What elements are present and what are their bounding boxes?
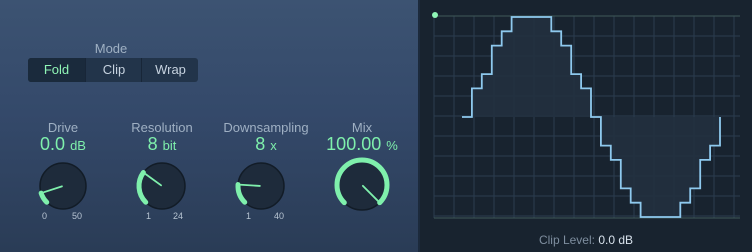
- mode-wrap-button[interactable]: Wrap: [141, 58, 198, 82]
- resolution-label: Resolution: [131, 120, 193, 135]
- drive-max-label: 50: [72, 211, 83, 221]
- drive-knob[interactable]: [35, 158, 91, 214]
- downsampling-knob-indicator: [240, 183, 261, 187]
- downsampling-max-label: 40: [274, 211, 285, 221]
- resolution-max-label: 24: [173, 211, 184, 221]
- clip-level-value: 0.0 dB: [598, 233, 634, 247]
- mix-label: Mix: [351, 120, 373, 135]
- drive-value-number: 0.0: [40, 134, 66, 154]
- drive-min-label: 0: [42, 211, 48, 221]
- waveform-display: [420, 0, 752, 252]
- parameter-panel: Mode Fold Clip Wrap Drive 0.0 dB 0 50 Re…: [0, 0, 418, 252]
- resolution-value-unit: bit: [162, 138, 177, 153]
- mix-value-number: 100.00: [326, 134, 382, 154]
- downsampling-value[interactable]: 8 x: [216, 134, 316, 155]
- downsampling-knob[interactable]: [233, 158, 289, 214]
- mix-value-unit: %: [386, 138, 398, 153]
- mode-selector: Fold Clip Wrap: [28, 58, 198, 82]
- downsampling-label: Downsampling: [223, 120, 309, 135]
- drive-label: Drive: [47, 120, 79, 135]
- resolution-min-label: 1: [146, 211, 152, 221]
- downsampling-min-label: 1: [246, 211, 252, 221]
- clip-level-label: Clip Level:: [538, 233, 595, 247]
- downsampling-value-unit: x: [270, 138, 277, 153]
- mix-value[interactable]: 100.00 %: [302, 134, 422, 155]
- mode-clip-button[interactable]: Clip: [85, 58, 142, 82]
- drive-value[interactable]: 0.0 dB: [13, 134, 113, 155]
- mode-fold-button[interactable]: Fold: [28, 58, 85, 82]
- resolution-knob[interactable]: [134, 158, 190, 214]
- waveform-graph: [432, 12, 740, 219]
- resolution-value-number: 8: [147, 134, 158, 154]
- mix-knob[interactable]: [332, 155, 392, 215]
- downsampling-value-number: 8: [255, 134, 266, 154]
- clip-level-readout[interactable]: Clip Level: 0.0 dB: [420, 233, 752, 247]
- mode-label: Mode: [94, 41, 128, 56]
- drive-value-unit: dB: [70, 138, 86, 153]
- clip-level-handle[interactable]: [432, 12, 438, 18]
- resolution-value[interactable]: 8 bit: [112, 134, 212, 155]
